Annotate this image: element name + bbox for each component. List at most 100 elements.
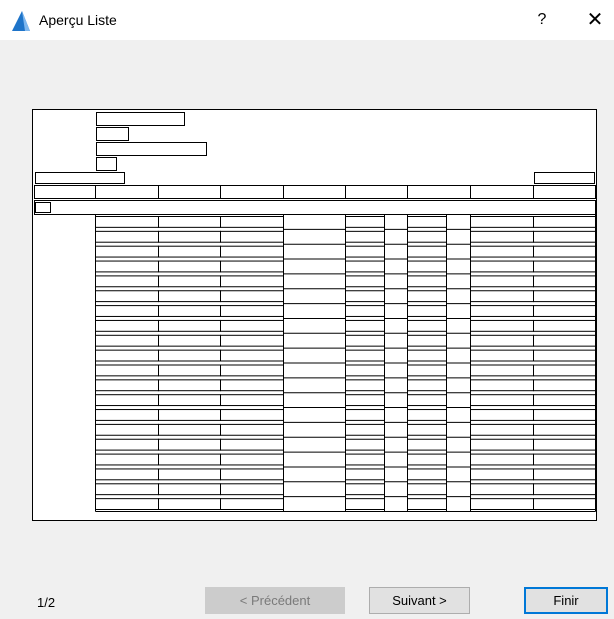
preview-cell [533,319,596,332]
preview-cell [345,305,385,317]
preview-cell [158,216,221,228]
preview-cell [345,290,385,303]
preview-cell [95,423,159,436]
preview-cell [220,453,284,466]
preview-cell [158,290,221,303]
preview-cell [158,498,221,510]
preview-cell [220,423,284,436]
preview-cell [407,468,447,481]
preview-cell [158,438,221,451]
preview-title-box [96,142,207,156]
preview-cell [95,260,159,273]
preview-cell [407,409,447,421]
preview-cell [95,379,159,392]
preview-cell [220,409,284,421]
preview-label-box [35,172,125,184]
preview-cell [407,216,447,228]
preview-cell [220,364,284,377]
preview-cell [95,349,159,362]
preview-cell [470,275,534,288]
preview-cell [345,260,385,273]
preview-cell [345,319,385,332]
title-bar: Aperçu Liste ? ✕ [0,0,614,40]
preview-cell [220,216,284,228]
preview-cell [158,260,221,273]
preview-cell [220,245,284,258]
preview-cell [95,468,159,481]
preview-cell [345,349,385,362]
preview-cell [407,275,447,288]
preview-cell [220,275,284,288]
preview-cell [470,423,534,436]
preview-header-row [34,185,596,199]
preview-cell [533,453,596,466]
preview-cell [345,379,385,392]
preview-cell [95,230,159,243]
preview-cell [407,230,447,243]
previous-button[interactable]: < Précédent [205,587,345,614]
preview-cell [470,379,534,392]
preview-label-box [534,172,595,184]
page-indicator: 1/2 [37,595,56,610]
preview-cell [158,453,221,466]
preview-cell [345,438,385,451]
preview-subheader-row [34,200,596,215]
preview-title-box [96,127,129,141]
preview-cell [345,423,385,436]
preview-cell [407,364,447,377]
preview-cell [345,364,385,377]
preview-cell [345,498,385,510]
preview-cell [533,260,596,273]
list-preview-area [32,109,597,521]
next-button[interactable]: Suivant > [369,587,470,614]
preview-small-box [35,202,51,213]
preview-cell [533,498,596,510]
preview-cell [533,216,596,228]
preview-cell [158,349,221,362]
preview-cell [470,394,534,407]
preview-cell [95,319,159,332]
preview-cell [345,394,385,407]
preview-cell [95,275,159,288]
preview-cell [95,216,159,228]
preview-cell [470,364,534,377]
preview-cell [533,409,596,421]
preview-cell [407,423,447,436]
preview-cell [533,379,596,392]
preview-cell [407,483,447,496]
preview-cell [470,245,534,258]
preview-cell [407,394,447,407]
preview-cell [470,453,534,466]
preview-cell [533,245,596,258]
preview-cell [220,260,284,273]
preview-cell [95,498,159,510]
archicad-icon [12,11,30,31]
finish-button[interactable]: Finir [524,587,608,614]
preview-cell [345,453,385,466]
preview-cell [220,319,284,332]
preview-cell [407,305,447,317]
preview-cell [470,334,534,347]
preview-cell [345,275,385,288]
preview-cell [345,468,385,481]
close-button[interactable]: ✕ [580,6,610,34]
preview-cell [220,498,284,510]
preview-cell [158,230,221,243]
preview-cell [533,334,596,347]
preview-cell [407,245,447,258]
preview-cell [220,334,284,347]
preview-title-box [96,157,117,171]
preview-cell [533,275,596,288]
preview-cell [470,498,534,510]
preview-cell [345,409,385,421]
preview-cell [95,364,159,377]
preview-cell [158,394,221,407]
preview-cell [158,483,221,496]
preview-cell [533,438,596,451]
preview-cell [470,216,534,228]
preview-cell [158,364,221,377]
help-button[interactable]: ? [530,8,554,32]
preview-cell [220,438,284,451]
preview-cell [533,349,596,362]
preview-cell [470,305,534,317]
